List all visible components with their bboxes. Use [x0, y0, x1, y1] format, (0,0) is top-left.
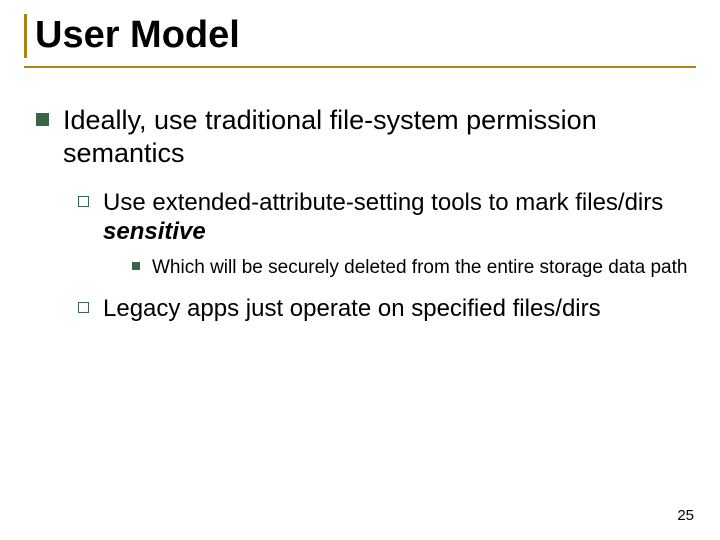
bullet-text-l2a: Use extended-attribute-setting tools to …	[103, 188, 696, 247]
bullet-text-l2b: Legacy apps just operate on specified fi…	[103, 294, 696, 323]
bullet-text-l3: Which will be securely deleted from the …	[152, 256, 696, 280]
hollow-square-bullet-icon	[78, 302, 89, 313]
slide-title: User Model	[35, 14, 696, 58]
square-bullet-icon	[36, 113, 49, 126]
slide-content: Ideally, use traditional file-system per…	[24, 104, 696, 323]
bullet-text-l2a-emph: sensitive	[103, 218, 206, 245]
bullet-level2: Use extended-attribute-setting tools to …	[78, 188, 696, 247]
bullet-level1: Ideally, use traditional file-system per…	[32, 104, 696, 170]
hollow-square-bullet-icon	[78, 196, 89, 207]
slide: User Model Ideally, use traditional file…	[0, 0, 720, 540]
bullet-level3: Which will be securely deleted from the …	[132, 256, 696, 280]
page-number: 25	[677, 507, 694, 524]
small-square-bullet-icon	[132, 262, 140, 270]
bullet-level2: Legacy apps just operate on specified fi…	[78, 294, 696, 323]
bullet-text-l1: Ideally, use traditional file-system per…	[63, 104, 696, 170]
title-rule	[24, 66, 696, 68]
title-border: User Model	[24, 14, 696, 58]
bullet-text-l2a-prefix: Use extended-attribute-setting tools to …	[103, 189, 663, 216]
